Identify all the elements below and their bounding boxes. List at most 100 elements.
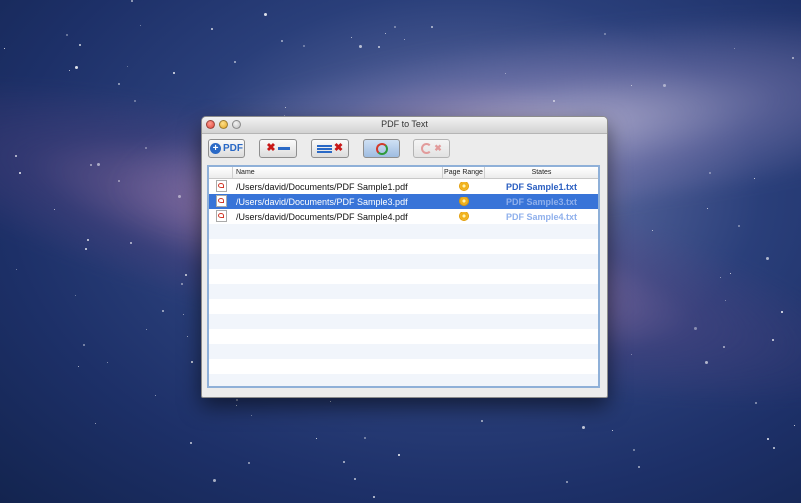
star	[130, 242, 132, 244]
star	[303, 45, 305, 47]
star	[79, 44, 81, 46]
gear-icon[interactable]	[460, 211, 468, 220]
star	[734, 48, 735, 49]
empty-row	[209, 344, 598, 359]
remove-file-button[interactable]: ✖	[259, 139, 297, 158]
star	[107, 362, 108, 363]
toolbar: + PDF ✖ ✖ ✖	[202, 134, 607, 163]
pdf-file-icon	[216, 209, 227, 222]
icon-column-header[interactable]	[209, 167, 233, 178]
add-pdf-label: PDF	[223, 143, 243, 154]
star	[794, 425, 795, 426]
star	[173, 72, 175, 74]
star	[236, 405, 237, 406]
remove-icon: ✖	[266, 142, 276, 154]
star	[213, 479, 216, 482]
star	[351, 37, 352, 38]
star	[155, 395, 156, 396]
name-column-header[interactable]: Name	[233, 167, 443, 178]
empty-row	[209, 239, 598, 254]
pdf-file-icon	[216, 179, 227, 192]
star	[481, 420, 483, 422]
star	[738, 225, 740, 227]
star	[90, 164, 92, 166]
file-path: /Users/david/Documents/PDF Sample3.pdf	[236, 196, 408, 207]
star	[178, 195, 181, 198]
star	[118, 83, 120, 85]
star	[652, 230, 653, 231]
star	[75, 295, 76, 296]
star	[604, 33, 606, 35]
empty-row	[209, 269, 598, 284]
add-pdf-icon: +	[210, 143, 221, 154]
star	[87, 239, 89, 241]
star	[730, 273, 731, 274]
empty-row	[209, 314, 598, 329]
table-body: /Users/david/Documents/PDF Sample1.pdf P…	[209, 179, 598, 386]
star	[127, 66, 128, 67]
star	[78, 366, 79, 367]
file-table[interactable]: Name Page Range States /Users/david/Docu…	[207, 165, 600, 388]
clear-list-button[interactable]: ✖	[311, 139, 349, 158]
star	[359, 45, 362, 48]
star	[378, 46, 380, 48]
star	[781, 311, 783, 313]
star	[146, 329, 147, 330]
star	[83, 344, 85, 346]
convert-button[interactable]	[363, 139, 400, 158]
star	[364, 437, 366, 439]
star	[773, 447, 775, 449]
star	[612, 430, 613, 431]
empty-row	[209, 224, 598, 239]
star	[505, 73, 506, 74]
star	[694, 327, 697, 330]
star	[723, 346, 725, 348]
star	[725, 300, 726, 301]
empty-row	[209, 254, 598, 269]
empty-row	[209, 299, 598, 314]
clear-list-icon	[316, 144, 332, 153]
star	[118, 180, 120, 182]
table-row[interactable]: /Users/david/Documents/PDF Sample1.pdf P…	[209, 179, 598, 194]
star	[767, 438, 769, 440]
star	[187, 336, 188, 337]
empty-row	[209, 359, 598, 374]
clear-x-icon: ✖	[333, 142, 344, 154]
star	[191, 361, 193, 363]
star	[553, 100, 555, 102]
star	[638, 466, 640, 468]
star	[181, 283, 183, 285]
pdf-file-icon	[216, 194, 227, 207]
star	[140, 25, 141, 26]
star	[631, 354, 632, 355]
star	[95, 423, 96, 424]
remove-dash-icon	[277, 147, 290, 150]
star	[97, 163, 100, 166]
star	[385, 33, 386, 34]
star	[772, 339, 774, 341]
star	[236, 399, 238, 401]
star	[709, 172, 711, 174]
title-bar[interactable]: PDF to Text	[202, 117, 607, 134]
star	[792, 57, 794, 59]
empty-row	[209, 374, 598, 386]
table-row[interactable]: /Users/david/Documents/PDF Sample3.pdf P…	[209, 194, 598, 209]
star	[705, 361, 708, 364]
gear-icon[interactable]	[460, 196, 468, 205]
star	[248, 462, 250, 464]
states-column-header[interactable]: States	[485, 167, 598, 178]
add-pdf-button[interactable]: + PDF	[208, 139, 245, 158]
table-header: Name Page Range States	[209, 167, 598, 179]
star	[316, 438, 317, 439]
star	[663, 84, 666, 87]
star	[566, 481, 568, 483]
window-title: PDF to Text	[381, 119, 428, 129]
stop-button[interactable]: ✖	[413, 139, 450, 158]
stop-x-icon: ✖	[434, 143, 442, 153]
star	[75, 66, 78, 69]
page-range-column-header[interactable]: Page Range	[443, 167, 485, 178]
star	[766, 257, 769, 260]
gear-icon[interactable]	[460, 181, 468, 190]
empty-row	[209, 284, 598, 299]
table-row[interactable]: /Users/david/Documents/PDF Sample4.pdf P…	[209, 209, 598, 224]
